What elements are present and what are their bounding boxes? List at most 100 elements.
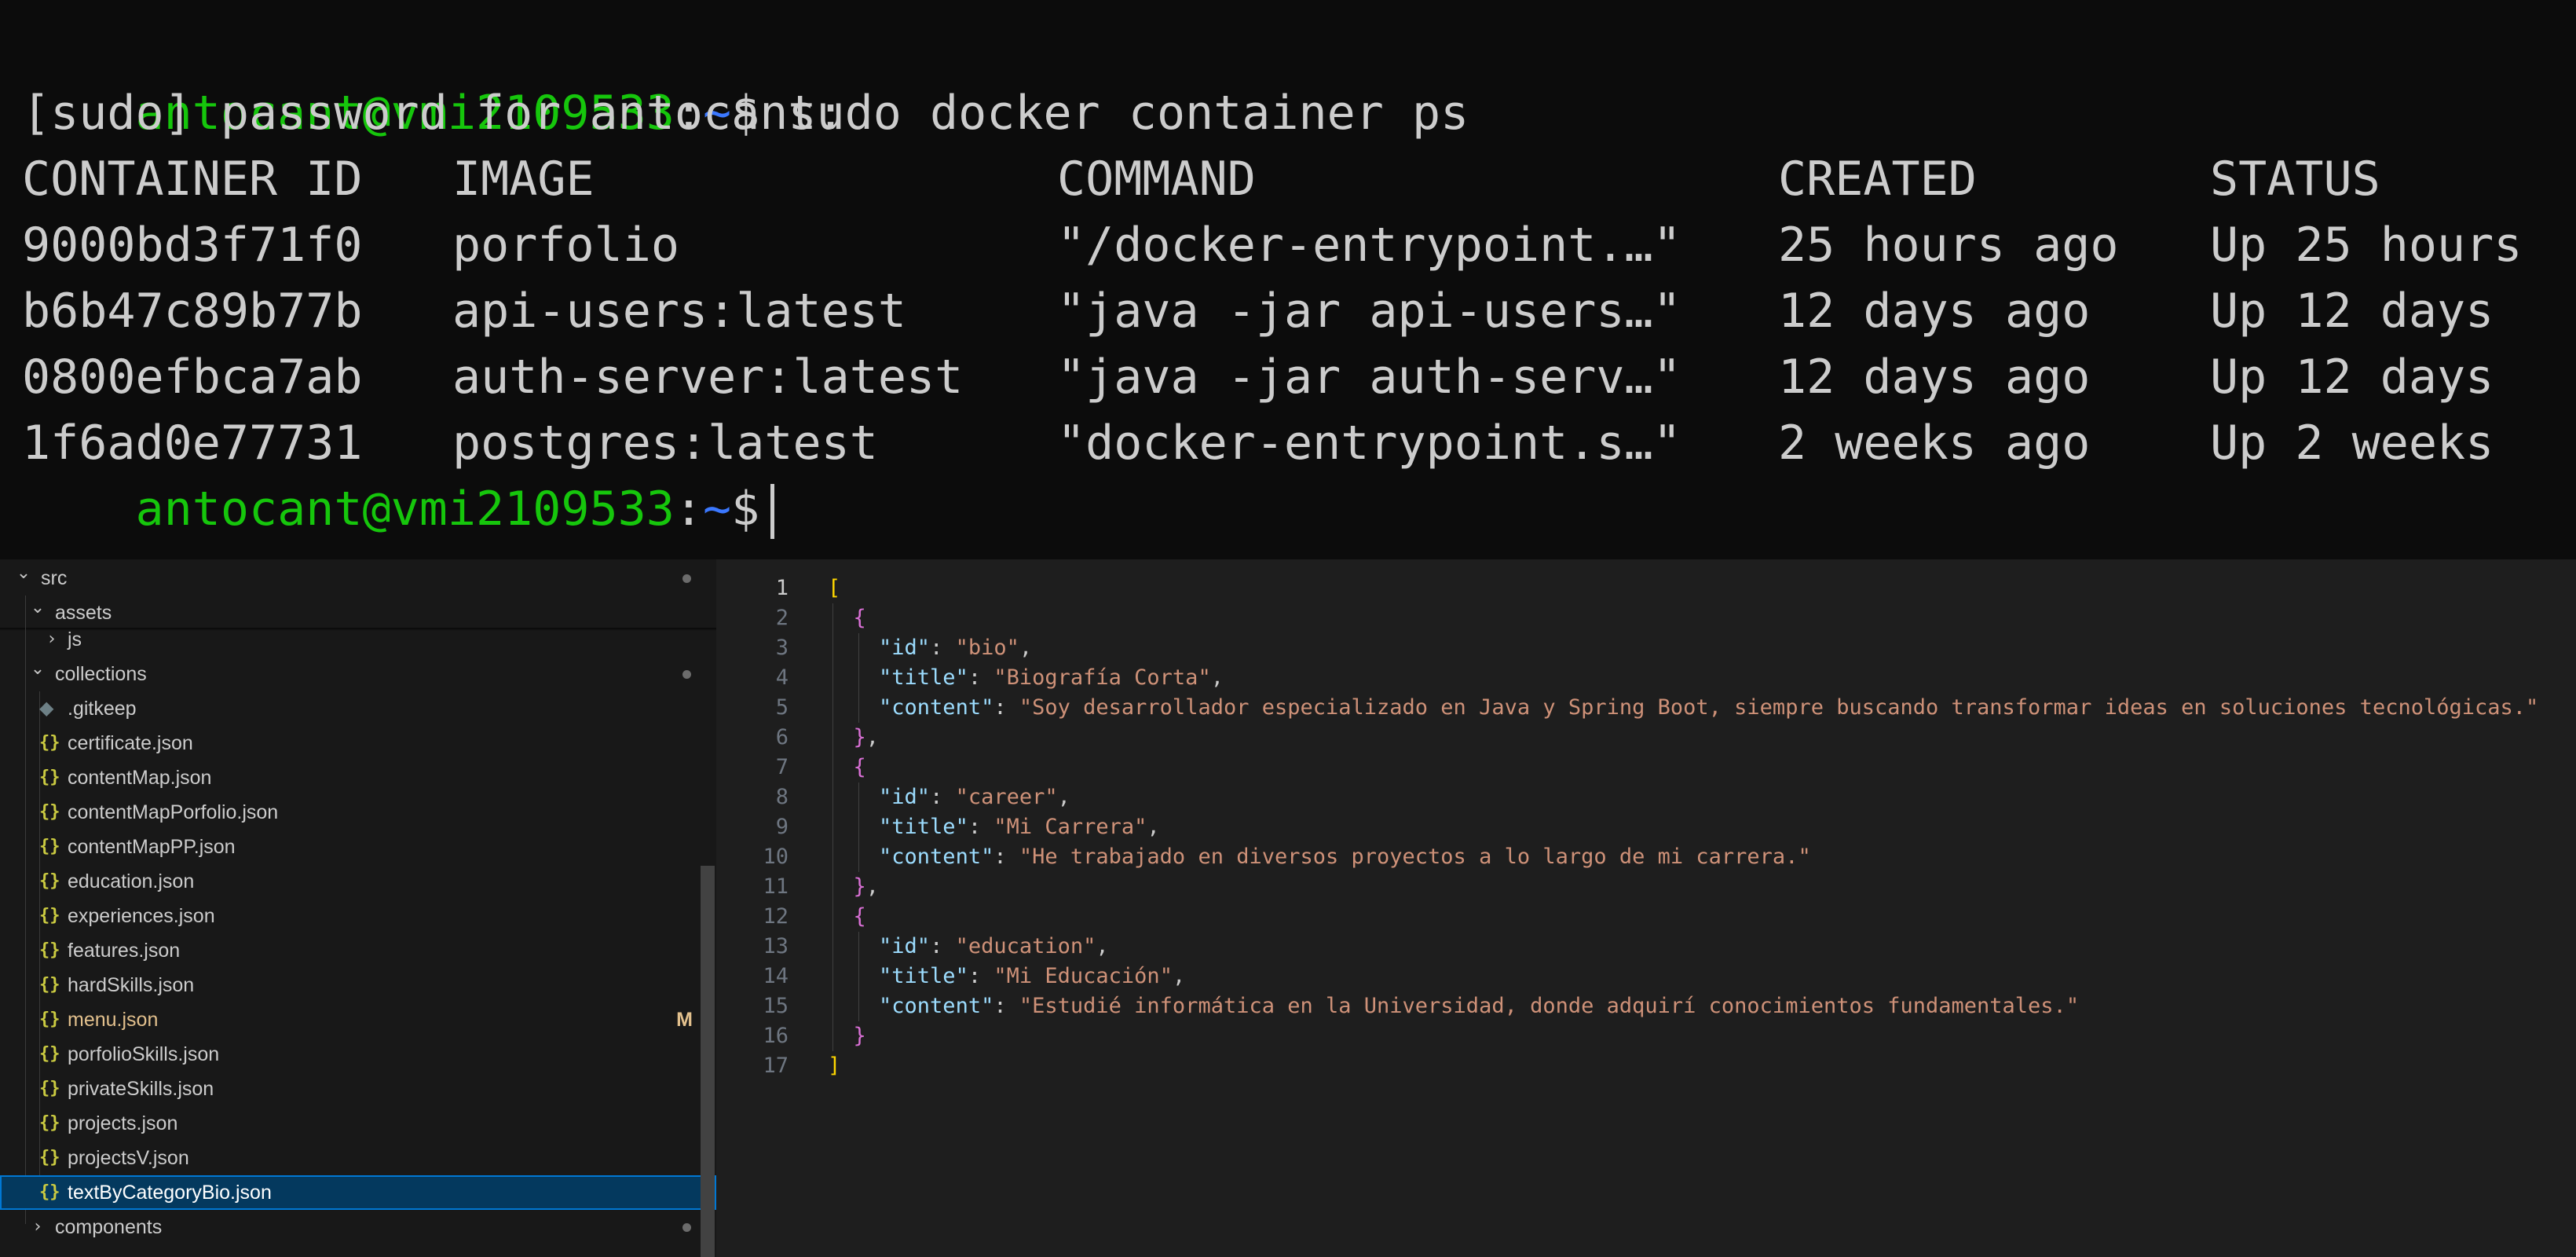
cell-created: 12 days ago [1778,350,2091,405]
file-item[interactable]: {} contentMapPP.json [0,830,716,864]
code-line: "content": "He trabajado en diversos pro… [828,842,1811,872]
file-item[interactable]: {} education.json [0,864,716,899]
prompt-user-host: antocant@vmi2109533 [135,482,675,537]
file-name: porfolioSkills.json [68,1043,220,1065]
file-name: education.json [68,870,195,892]
explorer-scrollbar[interactable] [701,866,715,1257]
quote: " [2066,994,2080,1018]
file-explorer[interactable]: ⌄ src ⌄ assets › js ⌄ collections ◆ .gitkeep{} cer… [0,559,716,1257]
folder-label: components [55,1216,163,1238]
folder-label: collections [55,663,147,685]
quote: " [1083,934,1096,958]
quote: " [993,815,1007,839]
comma: , [1147,815,1160,839]
quote: " [1019,994,1033,1018]
close-brace: } [853,1024,866,1048]
file-name: features.json [68,940,181,962]
cell-command: "java -jar api-users…" [1057,284,1681,339]
file-item[interactable]: {} certificate.json [0,726,716,760]
code-line: "content": "Estudié informática en la Un… [828,991,2079,1021]
json-key: "content" [879,994,994,1018]
code-editor[interactable]: 1 2 3 4 5 6 7 8 9 10 11 12 13 14 15 16 17 [ { "id": "bio… [716,559,2576,1257]
cell-created: 12 days ago [1778,284,2091,339]
close-bracket: ] [828,1054,841,1078]
header-container-id: CONTAINER ID [22,152,363,207]
file-item[interactable]: ◆ .gitkeep [0,691,716,726]
indent-guide [858,932,859,1021]
chevron-down-icon: ⌄ [16,563,31,583]
colon: : [993,845,1019,869]
quote: " [1134,815,1147,839]
line-number: 14 [763,964,789,988]
cell-container-id: b6b47c89b77b [22,284,363,339]
code-line: { [828,902,866,932]
json-string-value: bio [968,636,1007,660]
code-line: "id": "education", [828,932,1109,962]
folder-src[interactable]: ⌄ src [0,561,716,596]
file-name: menu.json [68,1009,159,1031]
comma: , [865,874,880,899]
header-command: COMMAND [1057,152,1256,207]
folder-collections[interactable]: ⌄ collections [0,657,716,691]
terminal-command-line: antocant@vmi2109533:~$ sudo docker conta… [22,14,1469,141]
json-file-icon: {} [39,837,60,856]
file-item[interactable]: {} contentMap.json [0,760,716,795]
quote: " [1019,695,1033,720]
open-brace: { [853,755,866,779]
json-file-icon: {} [39,1148,60,1167]
line-number: 17 [763,1054,789,1078]
json-file-icon: {} [39,733,60,753]
json-string-value: Mi Educación [1006,964,1160,988]
modified-dot-icon [682,670,691,679]
line-number: 3 [775,636,789,660]
container-row: 0800efbca7ab auth-server:latest "java -jar… [0,344,2576,410]
file-name: contentMap.json [68,767,212,789]
code-line: }, [828,872,880,902]
cell-created: 25 hours ago [1778,218,2119,273]
code-line: "title": "Biografía Corta", [828,663,1224,693]
file-item[interactable]: {} menu.json M [0,1002,716,1037]
file-item[interactable]: {} privateSkills.json [0,1072,716,1106]
file-name: contentMapPP.json [68,836,236,858]
file-item[interactable]: {} porfolioSkills.json [0,1037,716,1072]
file-item[interactable]: {} textByCategoryBio.json [0,1175,716,1210]
indent-guide [858,782,859,872]
line-number: 2 [775,606,789,630]
quote: " [1159,964,1173,988]
terminal-active-prompt[interactable]: antocant@vmi2109533:~$ [22,410,775,540]
folder-components[interactable]: › components [0,1210,716,1244]
terminal-panel[interactable]: antocant@vmi2109533:~$ sudo docker conta… [0,0,2576,559]
file-item[interactable]: {} projectsV.json [0,1141,716,1175]
file-item[interactable]: {} features.json [0,933,716,968]
quote: " [955,785,968,809]
colon: : [968,964,994,988]
open-brace: { [853,904,866,929]
line-number: 5 [775,695,789,720]
file-item[interactable]: {} projects.json [0,1106,716,1141]
json-file-icon: {} [39,802,60,822]
file-item[interactable]: {} contentMapPorfolio.json [0,795,716,830]
cell-container-id: 9000bd3f71f0 [22,218,363,273]
json-string-value: He trabajado en diversos proyectos a lo … [1032,845,1798,869]
header-image: IMAGE [452,152,595,207]
cell-status: Up 12 days [2210,350,2494,405]
sudo-password-prompt: [sudo] password for antocant: [22,86,845,141]
file-name: contentMapPorfolio.json [68,801,279,823]
line-number: 1 [775,576,789,600]
quote: " [1798,845,1811,869]
colon: : [968,815,994,839]
colon: : [930,785,956,809]
line-number: 15 [763,994,789,1018]
comma: , [865,725,880,749]
prompt-dollar: $ [731,482,760,537]
json-file-icon: {} [39,906,60,925]
json-string-value: Biografía Corta [1006,665,1198,690]
json-file-icon: {} [39,871,60,891]
file-item[interactable]: {} hardSkills.json [0,968,716,1002]
table-header-row: CONTAINER ID IMAGE COMMAND CREATED STATUS [0,146,2576,212]
file-item[interactable]: {} experiences.json [0,899,716,933]
